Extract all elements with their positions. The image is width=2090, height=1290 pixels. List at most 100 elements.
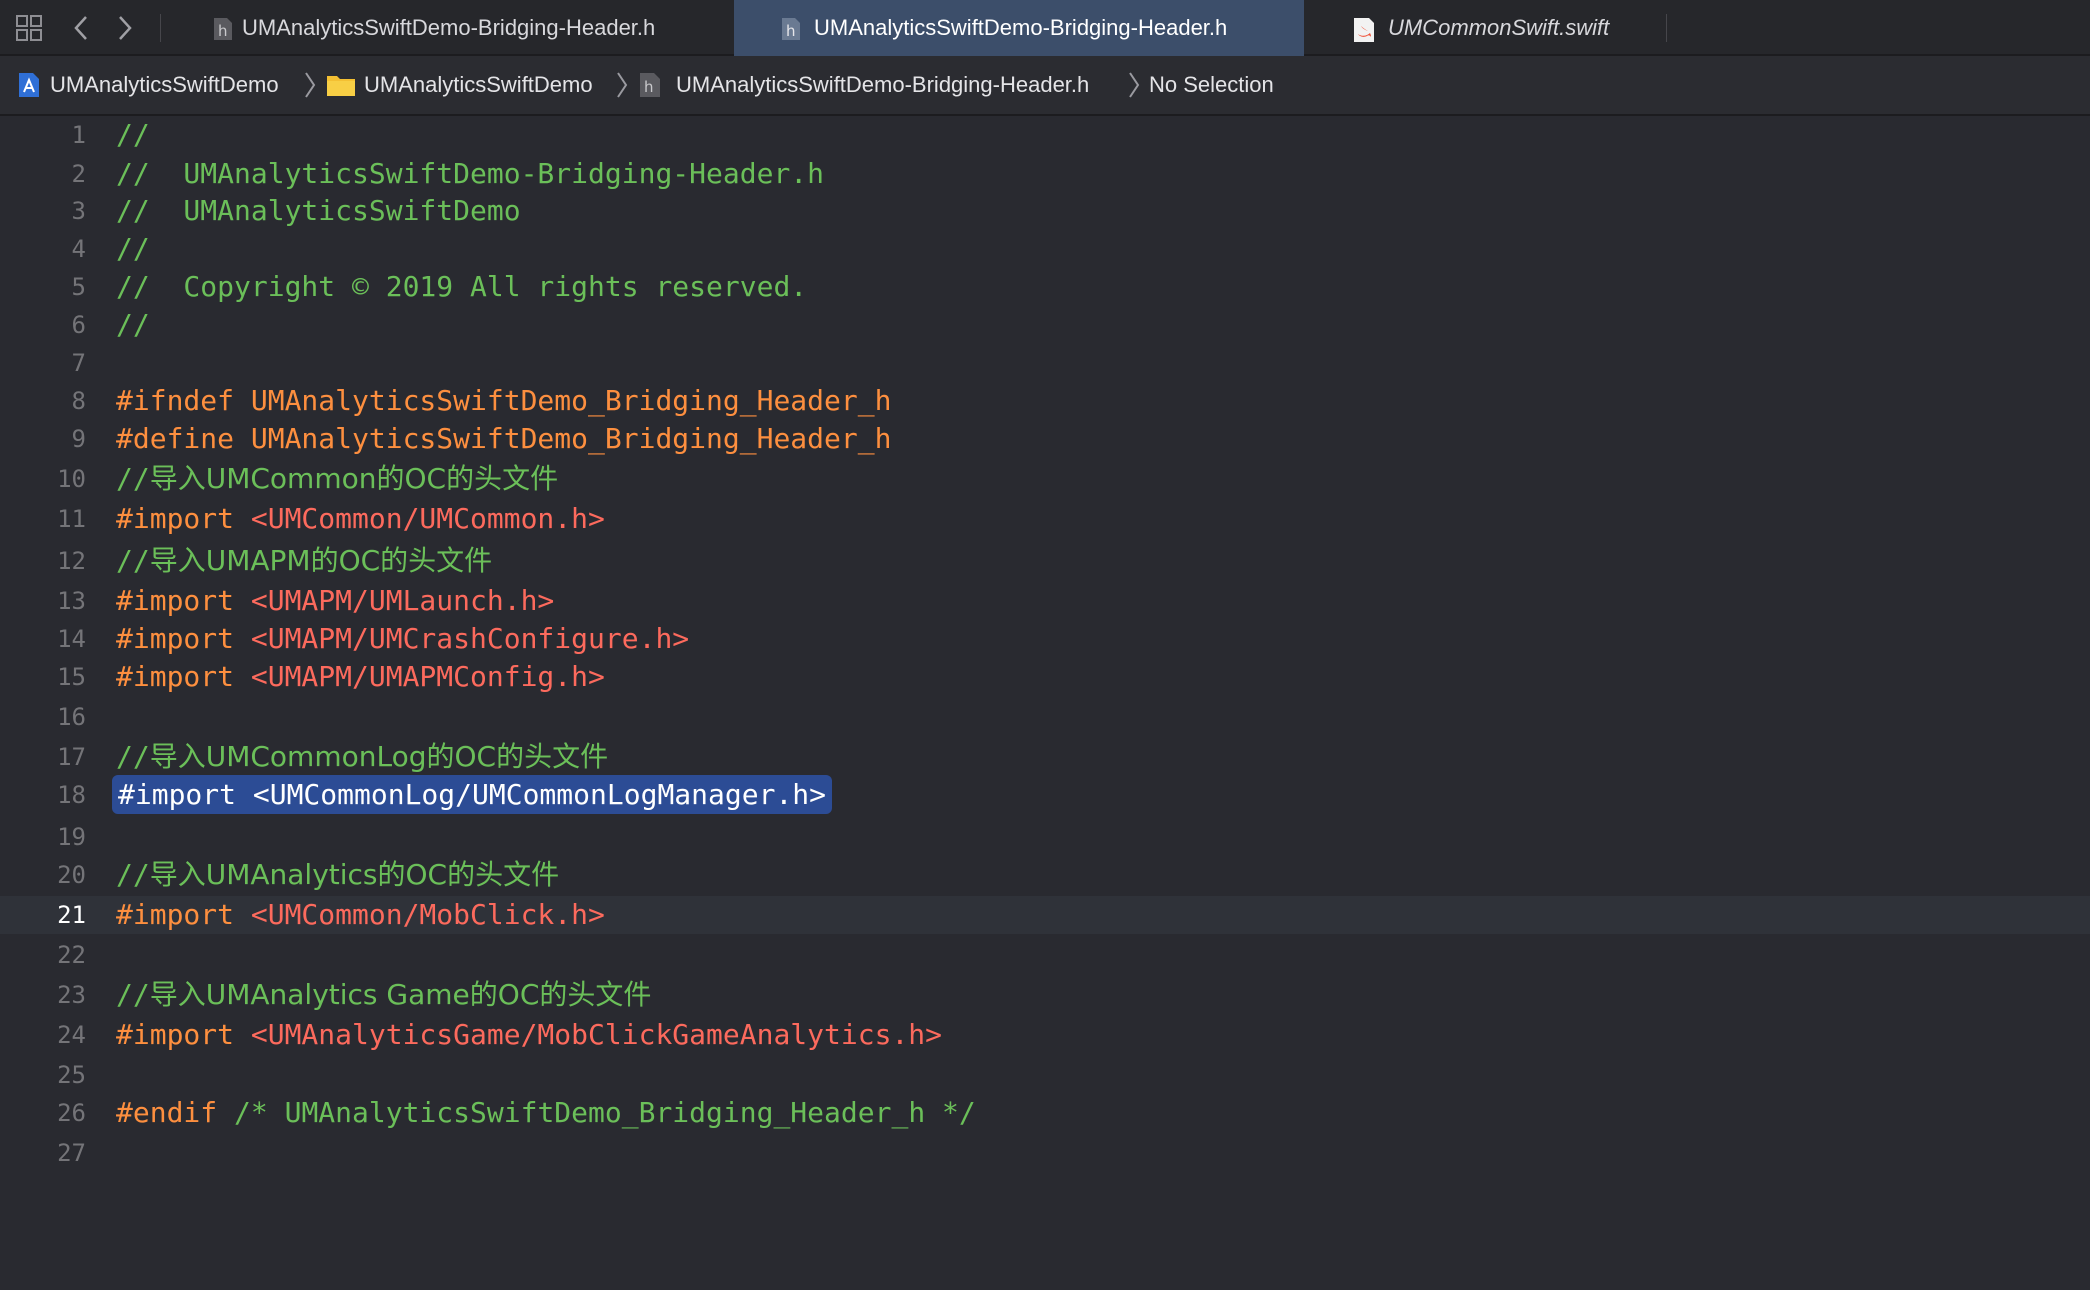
code-line[interactable]: 15 #import <UMAPM/UMAPMConfig.h> [0,658,2090,696]
code-line[interactable]: 7 [0,344,2090,382]
code-text[interactable]: #import <UMCommonLog/UMCommonLogManager.… [112,775,833,814]
code-line[interactable]: 13 #import <UMAPM/UMLaunch.h> [0,582,2090,620]
breadcrumb-file-label: UMAnalyticsSwiftDemo-Bridging-Header.h [676,72,1090,97]
line-number: 10 [57,465,86,493]
back-chevron-icon[interactable] [66,0,96,56]
code-line[interactable]: 2 // UMAnalyticsSwiftDemo-Bridging-Header… [0,155,2090,193]
code-text[interactable]: #import <UMAPM/UMAPMConfig.h> [116,658,605,696]
code-text[interactable]: #import <UMCommon/UMCommon.h> [116,500,605,538]
code-token: #ifndef UMAnalyticsSwiftDemo_Bridging_He… [116,384,892,417]
code-token: #define UMAnalyticsSwiftDemo_Bridging_He… [116,422,892,455]
line-number: 7 [71,349,86,377]
code-line[interactable]: 8 #ifndef UMAnalyticsSwiftDemo_Bridging_H… [0,382,2090,420]
code-line[interactable]: 22 [0,936,2090,974]
code-line[interactable]: 16 [0,698,2090,736]
tab-bridging-header-2[interactable]: h UMAnalyticsSwiftDemo-Bridging-Header.h [734,0,1304,56]
code-line[interactable]: 9 #define UMAnalyticsSwiftDemo_Bridging_H… [0,420,2090,458]
code-token: 导入UMCommonLog的OC的头文件 [149,740,609,773]
line-number: 11 [57,505,86,533]
code-token: <UMCommon/MobClick.h> [250,898,605,931]
code-text[interactable]: #endif /* UMAnalyticsSwiftDemo_Bridging_… [116,1094,976,1132]
code-token: #endif [116,1096,235,1129]
svg-text:h: h [786,22,796,40]
code-line[interactable]: 18 #import <UMCommonLog/UMCommonLogManage… [0,775,2090,814]
breadcrumb-selection[interactable]: No Selection [1149,56,1274,114]
code-token: #import [116,1018,251,1051]
svg-text:h: h [644,78,654,96]
code-line[interactable]: 27 [0,1134,2090,1172]
code-text[interactable]: // UMAnalyticsSwiftDemo [116,192,521,230]
code-token: <UMCommon/UMCommon.h> [250,502,605,535]
code-text[interactable]: #ifndef UMAnalyticsSwiftDemo_Bridging_He… [116,382,891,420]
tab-umcommonswift[interactable]: UMCommonSwift.swift [1350,0,1670,56]
code-token: 导入UMAPM的OC的头文件 [149,544,493,577]
code-text[interactable]: #import <UMAPM/UMCrashConfigure.h> [116,620,689,658]
source-editor[interactable]: 1 // 2 // UMAnalyticsSwiftDemo-Bridging-Hea… [0,116,2090,1290]
line-number: 26 [57,1099,86,1127]
tab-divider [1666,14,1667,42]
code-line[interactable]: 4 // [0,230,2090,268]
header-file-icon: h [212,17,234,47]
code-token: // UMAnalyticsSwiftDemo-Bridging-Header.… [116,157,825,190]
code-line[interactable]: 5 // Copyright © 2019 All rights reserved… [0,268,2090,306]
breadcrumb-file[interactable]: h UMAnalyticsSwiftDemo-Bridging-Header.h [638,56,1089,114]
header-file-icon: h [640,73,660,97]
line-number: 13 [57,587,86,615]
code-token: // [116,544,150,577]
code-line[interactable]: 14 #import <UMAPM/UMCrashConfigure.h> [0,620,2090,658]
code-line[interactable]: 24 #import <UMAnalyticsGame/MobClickGameA… [0,1016,2090,1054]
code-text[interactable]: //导入UMAnalytics的OC的头文件 [116,856,559,894]
code-token: // UMAnalyticsSwiftDemo [116,194,521,227]
code-text[interactable]: // [116,116,150,154]
forward-chevron-icon[interactable] [110,0,140,56]
line-number: 15 [57,663,86,691]
code-text[interactable]: //导入UMAnalytics Game的OC的头文件 [116,976,651,1014]
code-text[interactable]: #import <UMAnalyticsGame/MobClickGameAna… [116,1016,942,1054]
selected-text: #import <UMCommonLog/UMCommonLogManager.… [112,775,833,814]
code-line[interactable]: 19 [0,818,2090,856]
tab-label: UMAnalyticsSwiftDemo-Bridging-Header.h [814,15,1228,40]
code-line[interactable]: 25 [0,1056,2090,1094]
code-token: /* UMAnalyticsSwiftDemo_Bridging_Header_… [234,1096,976,1129]
breadcrumb-chevron-icon [1128,56,1140,114]
code-line[interactable]: 10 //导入UMCommon的OC的头文件 [0,460,2090,498]
code-token: #import [116,898,251,931]
line-number: 21 [57,901,86,929]
breadcrumb-group[interactable]: UMAnalyticsSwiftDemo [326,56,593,114]
tab-label: UMCommonSwift.swift [1388,15,1610,40]
tab-bridging-header-1[interactable]: h UMAnalyticsSwiftDemo-Bridging-Header.h [204,0,732,56]
code-line[interactable]: 12 //导入UMAPM的OC的头文件 [0,542,2090,580]
folder-icon [327,76,355,96]
code-text[interactable]: // [116,230,150,268]
code-line[interactable]: 17 //导入UMCommonLog的OC的头文件 [0,738,2090,776]
code-line[interactable]: 6 // [0,306,2090,344]
breadcrumb-group-label: UMAnalyticsSwiftDemo [364,72,593,97]
code-line[interactable]: 1 // [0,116,2090,154]
breadcrumb-project-label: UMAnalyticsSwiftDemo [50,72,279,97]
code-text[interactable]: #import <UMAPM/UMLaunch.h> [116,582,554,620]
code-line[interactable]: 20 //导入UMAnalytics的OC的头文件 [0,856,2090,894]
line-number: 18 [57,781,86,809]
code-line[interactable]: 21 #import <UMCommon/MobClick.h> [0,896,2090,934]
code-text[interactable]: //导入UMAPM的OC的头文件 [116,542,492,580]
code-token: <UMAPM/UMAPMConfig.h> [250,660,605,693]
code-token: // [116,462,150,495]
code-text[interactable]: //导入UMCommon的OC的头文件 [116,460,558,498]
code-text[interactable]: #define UMAnalyticsSwiftDemo_Bridging_He… [116,420,891,458]
code-line[interactable]: 26 #endif /* UMAnalyticsSwiftDemo_Bridgin… [0,1094,2090,1132]
code-text[interactable]: // [116,306,150,344]
code-text[interactable]: #import <UMCommon/MobClick.h> [116,896,605,934]
line-number: 2 [71,160,86,188]
related-items-grid-icon[interactable] [10,0,48,56]
code-token: <UMAPM/UMCrashConfigure.h> [250,622,690,655]
code-line[interactable]: 3 // UMAnalyticsSwiftDemo [0,192,2090,230]
code-text[interactable]: // Copyright © 2019 All rights reserved. [116,268,807,306]
svg-text:h: h [218,22,228,40]
tab-divider [160,14,161,42]
code-line[interactable]: 23 //导入UMAnalytics Game的OC的头文件 [0,976,2090,1014]
code-line[interactable]: 11 #import <UMCommon/UMCommon.h> [0,500,2090,538]
line-number: 24 [57,1021,86,1049]
breadcrumb-project[interactable]: UMAnalyticsSwiftDemo [16,56,279,114]
code-text[interactable]: //导入UMCommonLog的OC的头文件 [116,738,608,776]
code-text[interactable]: // UMAnalyticsSwiftDemo-Bridging-Header.… [116,155,824,193]
